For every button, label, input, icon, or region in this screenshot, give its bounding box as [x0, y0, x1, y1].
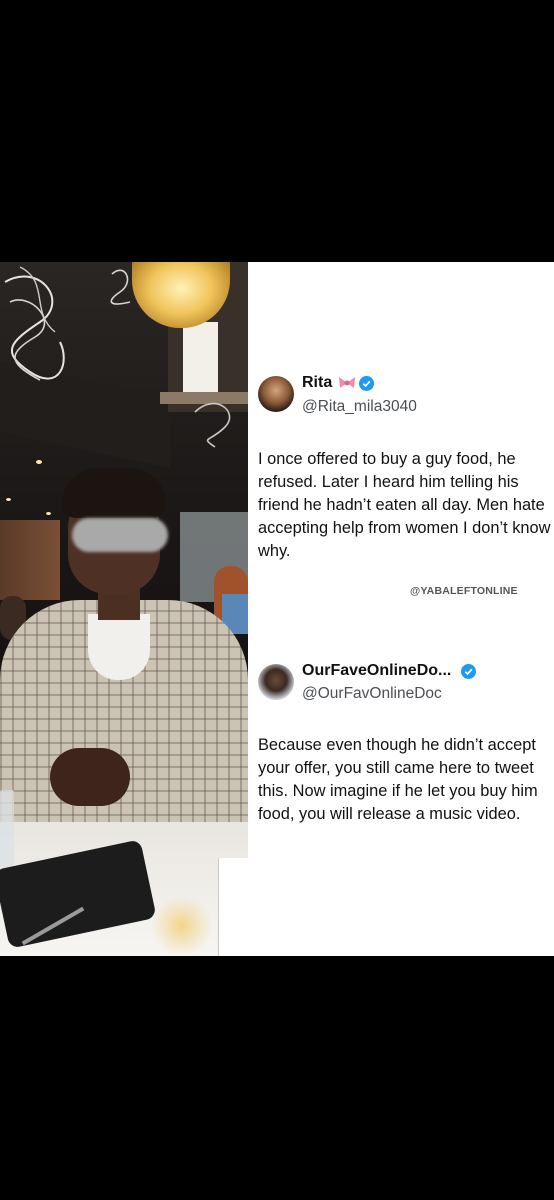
verified-badge-icon [461, 664, 476, 679]
tweet-2-text: Because even though he didn’t accept you… [258, 736, 538, 823]
watermark: @YABALEFTONLINE [410, 585, 518, 597]
restaurant-photo [0, 262, 248, 956]
tweet-1-text: I once offered to buy a guy food, he ref… [258, 450, 551, 560]
blur-bar [72, 518, 168, 552]
avatar-ourfaveonlinedoc [258, 664, 294, 700]
pink-bow-emoji-icon [339, 377, 355, 388]
tweet-1-name: Rita [302, 374, 333, 391]
tweet-2-handle: @OurFavOnlineDoc [302, 685, 442, 702]
verified-badge-icon [359, 376, 374, 391]
tweet-2-name: OurFaveOnlineDo... [302, 662, 452, 679]
meme-image: Rita @Rita_mila3040 I once offered to bu… [0, 262, 554, 956]
tweet-1-handle: @Rita_mila3040 [302, 398, 417, 415]
tweets-panel: Rita @Rita_mila3040 I once offered to bu… [248, 262, 554, 956]
avatar-rita [258, 376, 294, 412]
